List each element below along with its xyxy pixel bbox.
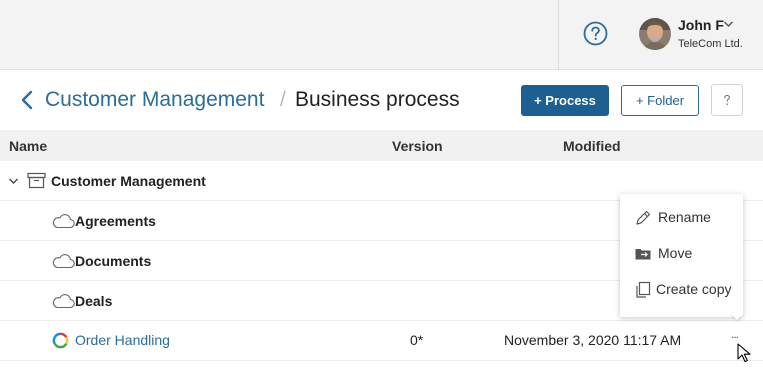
topbar-divider — [558, 0, 559, 70]
breadcrumb-parent[interactable]: Customer Management — [45, 88, 264, 112]
column-header-version[interactable]: Version — [392, 138, 443, 154]
menu-item-label: Move — [658, 245, 693, 261]
row-version: 0* — [410, 332, 424, 348]
chevron-left-icon[interactable] — [20, 90, 34, 110]
breadcrumb-separator: / — [280, 88, 286, 111]
help-question-icon — [724, 94, 730, 105]
help-button[interactable] — [711, 84, 743, 116]
mouse-pointer-icon — [737, 343, 751, 363]
cloud-icon — [52, 214, 75, 229]
table-row[interactable]: Order Handling 0* November 3, 2020 11:17… — [0, 321, 763, 361]
column-header-name[interactable]: Name — [9, 138, 47, 154]
row-name[interactable]: Documents — [75, 253, 151, 269]
row-modified: November 3, 2020 11:17 AM — [504, 332, 682, 348]
column-header-modified[interactable]: Modified — [563, 138, 621, 154]
copy-icon — [636, 281, 651, 298]
more-options-button[interactable]: ... — [731, 327, 739, 341]
row-name[interactable]: Deals — [75, 293, 112, 309]
row-name-link[interactable]: Order Handling — [75, 332, 170, 348]
add-folder-button[interactable]: + Folder — [621, 85, 699, 116]
question-circle-icon[interactable] — [583, 21, 608, 46]
add-process-button[interactable]: + Process — [521, 85, 609, 116]
menu-item-rename[interactable]: Rename — [620, 200, 743, 236]
user-name[interactable]: John F — [678, 17, 724, 33]
chevron-down-icon[interactable] — [723, 20, 734, 28]
process-ring-icon — [52, 332, 69, 349]
menu-item-label: Rename — [658, 209, 711, 225]
cloud-icon — [52, 254, 75, 269]
pencil-icon — [636, 210, 651, 225]
chevron-down-icon[interactable] — [8, 177, 19, 185]
move-folder-icon — [635, 249, 651, 260]
row-name[interactable]: Customer Management — [51, 173, 206, 189]
context-menu: Rename Move Create copy — [620, 194, 743, 317]
user-company: TeleCom Ltd. — [678, 38, 743, 50]
menu-item-move[interactable]: Move — [620, 236, 743, 272]
page-title: Business process — [295, 88, 460, 111]
avatar[interactable] — [639, 18, 671, 50]
top-bar: John F TeleCom Ltd. — [0, 0, 763, 70]
context-menu-arrow — [730, 313, 744, 320]
table-header: Name Version Modified — [0, 130, 763, 161]
menu-item-create-copy[interactable]: Create copy — [620, 272, 743, 308]
archive-folder-icon — [27, 172, 46, 189]
menu-item-label: Create copy — [656, 281, 732, 297]
cloud-icon — [52, 294, 75, 309]
row-name[interactable]: Agreements — [75, 213, 156, 229]
